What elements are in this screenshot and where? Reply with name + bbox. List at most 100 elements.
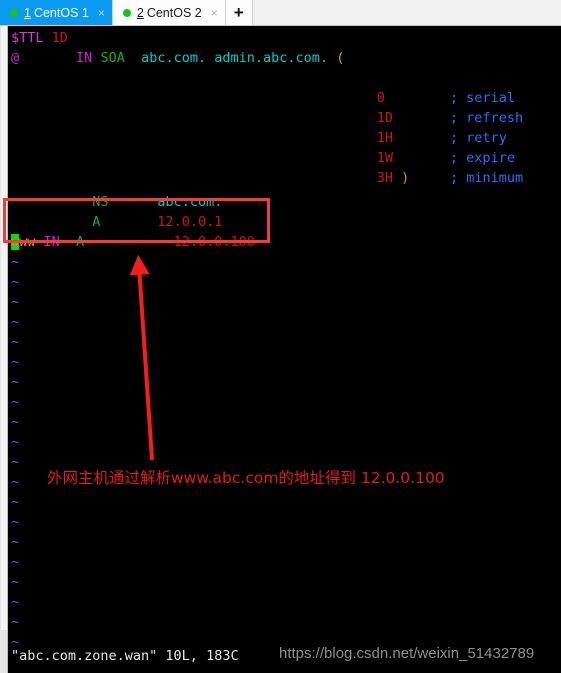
editor-text-span <box>84 234 173 250</box>
tilde-icon: ~ <box>11 554 20 570</box>
editor-line: $TTL 1D <box>11 28 68 48</box>
editor-text-span <box>11 214 92 230</box>
editor-text-area[interactable]: $TTL 1D @ IN SOA abc.com. admin.abc.com. … <box>9 26 561 673</box>
editor-text-span <box>11 90 377 106</box>
terminal-window: 1 CentOS 1 × 2 CentOS 2 × + $TTL 1D @ IN … <box>0 0 561 673</box>
empty-line-marker: ~ <box>11 292 19 312</box>
editor-text-span: ; minimum <box>449 170 524 186</box>
tilde-icon: ~ <box>11 294 20 310</box>
tab-bar: 1 CentOS 1 × 2 CentOS 2 × + <box>0 0 561 26</box>
vim-editor[interactable]: $TTL 1D @ IN SOA abc.com. admin.abc.com. … <box>0 26 561 673</box>
new-tab-button[interactable]: + <box>225 0 253 25</box>
tilde-icon: ~ <box>11 434 20 450</box>
tab-number: 2 <box>136 5 144 20</box>
editor-line: @ IN SOA abc.com. admin.abc.com. ( <box>11 48 344 68</box>
tilde-icon: ~ <box>11 534 20 550</box>
editor-text-span: ww <box>19 234 36 250</box>
editor-text-span <box>19 50 76 66</box>
editor-text-span: 1W <box>376 150 394 166</box>
editor-text-span: $TTL <box>11 30 44 46</box>
editor-text-span: abc.com. <box>157 194 223 210</box>
editor-line: 3H ) ; minimum <box>11 168 523 188</box>
editor-text-span <box>100 214 157 230</box>
scrollbar-gutter[interactable] <box>0 26 8 673</box>
editor-text-span <box>44 30 52 46</box>
text-cursor: w <box>11 234 20 250</box>
editor-text-span: ; retry <box>449 130 507 146</box>
empty-line-marker: ~ <box>11 372 19 392</box>
editor-text-span: 1H <box>376 130 394 146</box>
tab-label: CentOS 1 <box>33 5 89 20</box>
editor-text-span <box>109 194 158 210</box>
empty-line-marker: ~ <box>11 392 19 412</box>
editor-text-span: ; refresh <box>449 110 524 126</box>
annotation-callout-text: 外网主机通过解析www.abc.com的地址得到 12.0.0.100 <box>47 469 445 487</box>
editor-text-span: ( <box>336 50 345 66</box>
empty-line-marker: ~ <box>11 532 19 552</box>
tilde-icon: ~ <box>11 514 20 530</box>
editor-text-span <box>11 130 377 146</box>
editor-line: NS abc.com. <box>11 192 222 212</box>
editor-line: 0 ; serial <box>11 88 515 108</box>
editor-text-span: NS <box>92 194 109 210</box>
watermark-url: https://blog.csdn.net/weixin_51432789 <box>279 645 535 662</box>
scrollbar-thumb[interactable] <box>1 26 7 630</box>
editor-text-span: 3H <box>376 170 394 186</box>
empty-line-marker: ~ <box>11 612 19 632</box>
empty-line-marker: ~ <box>11 512 19 532</box>
tab-centos-2[interactable]: 2 CentOS 2 × <box>112 0 226 25</box>
tilde-icon: ~ <box>11 354 20 370</box>
tilde-icon: ~ <box>11 394 20 410</box>
editor-text-span: 1D <box>51 30 68 46</box>
tilde-icon: ~ <box>11 414 20 430</box>
tilde-icon: ~ <box>11 274 20 290</box>
tilde-icon: ~ <box>11 254 20 270</box>
tilde-icon: ~ <box>11 614 20 630</box>
tilde-icon: ~ <box>11 314 20 330</box>
editor-text-span: 1D <box>376 110 394 126</box>
editor-text-span <box>328 50 336 66</box>
empty-line-marker: ~ <box>11 332 19 352</box>
editor-text-span <box>393 130 450 146</box>
tab-close-icon[interactable]: × <box>211 7 218 19</box>
editor-text-span: ; serial <box>449 90 515 106</box>
tab-label: CentOS 2 <box>146 5 202 20</box>
empty-line-marker: ~ <box>11 352 19 372</box>
vim-status-line: "abc.com.zone.wan" 10L, 183C <box>11 648 239 664</box>
tab-close-icon[interactable]: × <box>98 7 105 19</box>
editor-text-span: SOA <box>100 50 125 66</box>
editor-line: www IN A 12.0.0.100 <box>11 232 255 252</box>
editor-text-span: A <box>76 234 85 250</box>
editor-text-span: ; expire <box>449 150 515 166</box>
tilde-icon: ~ <box>11 374 20 390</box>
editor-line: A 12.0.0.1 <box>11 212 222 232</box>
editor-text-span <box>60 234 76 250</box>
editor-text-span: 0 <box>376 90 385 106</box>
tilde-icon: ~ <box>11 454 20 470</box>
editor-text-span <box>11 170 377 186</box>
empty-line-marker: ~ <box>11 432 19 452</box>
empty-line-marker: ~ <box>11 452 19 472</box>
empty-line-marker: ~ <box>11 492 19 512</box>
editor-text-span <box>125 50 141 66</box>
editor-line: 1W ; expire <box>11 148 515 168</box>
editor-text-span <box>393 170 401 186</box>
empty-line-marker: ~ <box>11 552 19 572</box>
editor-line: 1H ; retry <box>11 128 507 148</box>
empty-line-marker: ~ <box>11 252 19 272</box>
editor-text-span <box>409 170 450 186</box>
editor-text-span <box>393 110 450 126</box>
tab-status-dot-icon <box>122 8 131 17</box>
editor-text-span: IN <box>76 50 93 66</box>
editor-text-span: @ <box>11 50 20 66</box>
tilde-icon: ~ <box>11 494 20 510</box>
empty-line-marker: ~ <box>11 472 19 492</box>
empty-line-marker: ~ <box>11 272 19 292</box>
editor-text-span <box>11 110 377 126</box>
empty-line-marker: ~ <box>11 572 19 592</box>
tab-centos-1[interactable]: 1 CentOS 1 × <box>0 0 113 25</box>
editor-text-span <box>385 90 450 106</box>
editor-text-span <box>11 194 92 210</box>
tilde-icon: ~ <box>11 594 20 610</box>
tab-bar-empty-space <box>252 0 561 25</box>
